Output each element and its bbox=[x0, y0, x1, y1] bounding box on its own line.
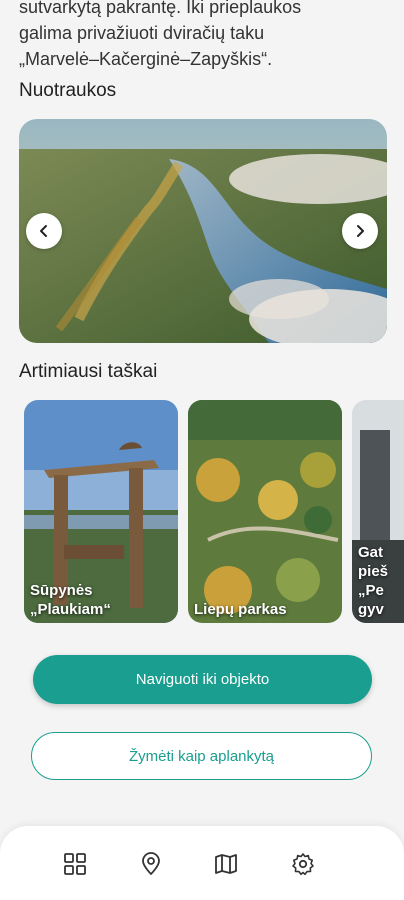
card-photo bbox=[188, 400, 342, 623]
nav-map-button[interactable] bbox=[212, 850, 240, 878]
description-text: sutvarkytą pakrantę. Iki prieplaukos gal… bbox=[19, 0, 379, 72]
mark-visited-button[interactable]: Žymėti kaip aplankytą bbox=[31, 732, 372, 780]
bottom-navigation bbox=[0, 826, 404, 900]
nav-settings-button[interactable] bbox=[289, 850, 317, 878]
card-label-line: Sūpynės bbox=[30, 582, 93, 599]
photo-gallery[interactable] bbox=[19, 119, 387, 343]
nav-location-button[interactable] bbox=[137, 850, 165, 878]
location-pin-icon bbox=[142, 852, 160, 875]
card-label: Sūpynės „Plaukiam“ bbox=[30, 581, 174, 619]
nearby-heading: Artimiausi taškai bbox=[19, 361, 158, 382]
photos-heading: Nuotraukos bbox=[19, 80, 117, 101]
card-label-line: Liepų parkas bbox=[194, 601, 287, 618]
card-label: Liepų parkas bbox=[194, 600, 338, 619]
nearby-card[interactable]: Liepų parkas bbox=[188, 400, 342, 623]
description-line: „Marvelė–Kačerginė–Zapyškis“. bbox=[19, 49, 273, 69]
nearby-card[interactable]: Sūpynės „Plaukiam“ bbox=[24, 400, 178, 623]
card-label-line: „Plaukiam“ bbox=[30, 601, 111, 618]
chevron-right-icon bbox=[357, 225, 364, 237]
nearby-carousel[interactable]: Sūpynės „Plaukiam“ Liepų parkas Gat pieš bbox=[24, 400, 404, 623]
navigate-button[interactable]: Naviguoti iki objekto bbox=[33, 655, 372, 704]
nav-grid-button[interactable] bbox=[61, 850, 89, 878]
settings-icon bbox=[292, 853, 314, 876]
card-label-line: „Pe bbox=[358, 582, 384, 599]
chevron-left-icon bbox=[40, 225, 47, 237]
card-label: Gat pieš „Pe gyv bbox=[358, 543, 404, 619]
description-line: galima privažiuoti dviračių taku bbox=[19, 23, 265, 43]
gallery-prev-button[interactable] bbox=[26, 213, 62, 249]
map-icon bbox=[215, 854, 237, 874]
gallery-photo bbox=[19, 119, 387, 343]
gallery-next-button[interactable] bbox=[342, 213, 378, 249]
card-label-line: Gat bbox=[358, 544, 384, 561]
nearby-card[interactable]: Gat pieš „Pe gyv bbox=[352, 400, 404, 623]
grid-icon bbox=[64, 853, 86, 875]
description-line: sutvarkytą pakrantę. Iki prieplaukos bbox=[19, 0, 302, 17]
card-label-line: pieš bbox=[358, 563, 389, 580]
card-label-line: gyv bbox=[358, 601, 384, 618]
